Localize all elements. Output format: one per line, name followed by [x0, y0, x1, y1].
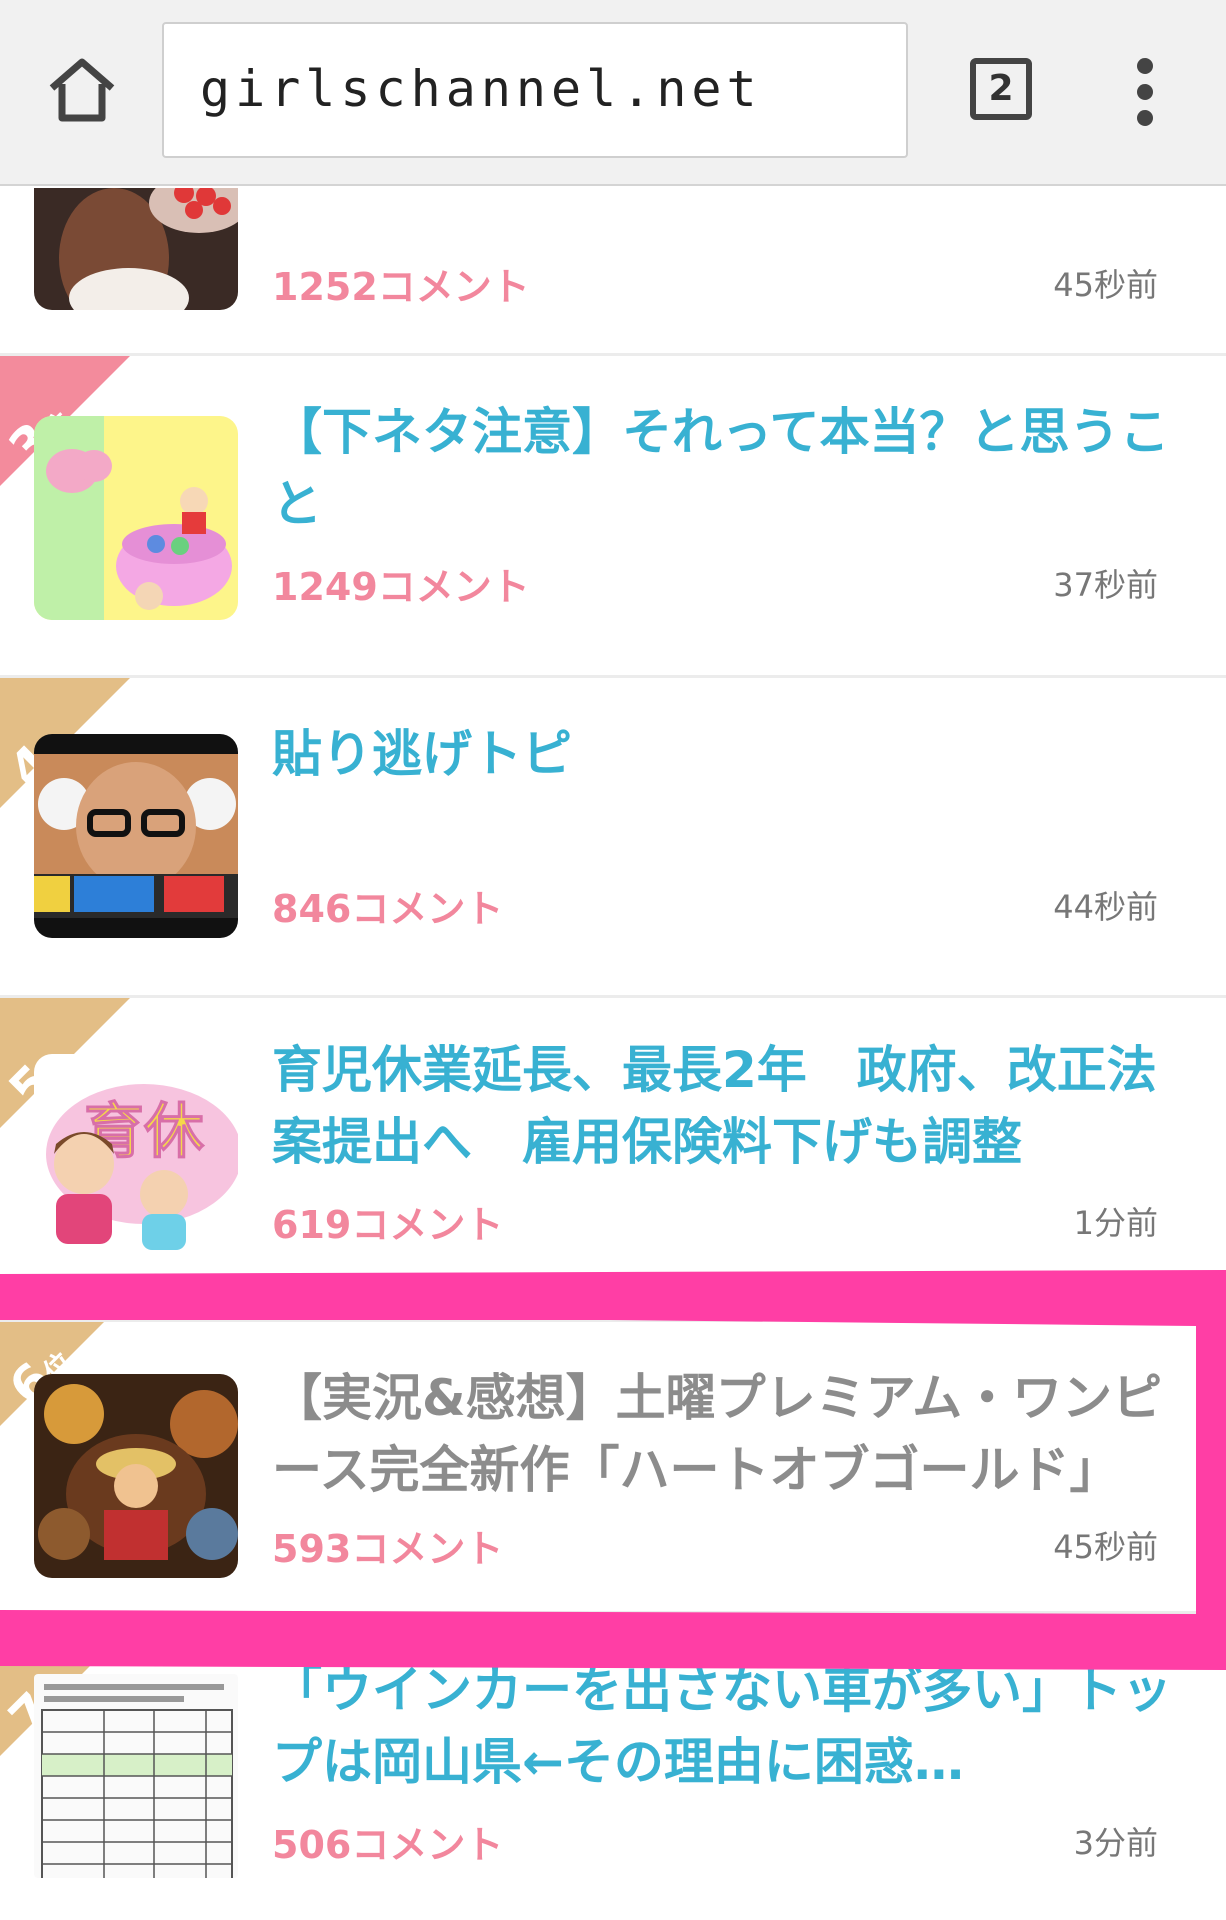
topic-thumbnail[interactable]: [34, 416, 238, 620]
topic-title[interactable]: 【実況&感想】土曜プレミアム・ワンピース完全新作「ハートオブゴールド」: [272, 1362, 1172, 1506]
post-time: 37秒前: [1053, 566, 1158, 604]
address-bar[interactable]: girlschannel.net: [162, 22, 908, 158]
comment-count: 1249コメント: [272, 565, 530, 609]
topic-thumbnail[interactable]: 育休: [34, 1054, 238, 1258]
home-icon[interactable]: [46, 54, 118, 126]
post-time: 45秒前: [1053, 1528, 1158, 1566]
comment-count: 593コメント: [272, 1527, 504, 1571]
topic-title[interactable]: 「ウインカーを出さない車が多い」トップは岡山県←その理由に困惑…: [272, 1654, 1172, 1798]
topic-title[interactable]: 育児休業延長、最長2年 政府、改正法案提出へ 雇用保険料下げも調整: [272, 1034, 1172, 1178]
topic-thumbnail[interactable]: [34, 188, 238, 310]
topic-thumbnail[interactable]: [34, 1674, 238, 1878]
kebab-menu-icon[interactable]: [1130, 58, 1160, 128]
topic-row[interactable]: 3位 【下ネタ注意】それって本当？と思うこと 1249コメント 37秒前: [0, 356, 1226, 678]
comment-count: 846コメント: [272, 887, 504, 931]
topic-thumbnail[interactable]: [34, 734, 238, 938]
topic-title[interactable]: 【下ネタ注意】それって本当？と思うこと: [272, 396, 1172, 540]
comment-count: 506コメント: [272, 1823, 504, 1867]
comment-count: 619コメント: [272, 1203, 504, 1247]
topic-row[interactable]: 1252コメント 45秒前: [0, 188, 1226, 356]
url-text: girlschannel.net: [200, 60, 762, 118]
topic-row[interactable]: 6位 【実況&感想】土曜プレミアム・ワンピース完全新作「ハートオブゴールド」 5…: [0, 1322, 1226, 1614]
topic-thumbnail[interactable]: [34, 1374, 238, 1578]
topic-title[interactable]: 貼り逃げトピ: [272, 718, 1172, 790]
post-time: 3分前: [1073, 1824, 1158, 1862]
tab-count: 2: [988, 68, 1014, 109]
browser-toolbar: girlschannel.net 2: [0, 0, 1226, 186]
post-time: 44秒前: [1053, 888, 1158, 926]
comment-count: 1252コメント: [272, 265, 530, 309]
topic-row[interactable]: 7位 「ウインカーを出さない車が多い」トップは岡山県←その理由に: [0, 1614, 1226, 1920]
topic-row[interactable]: 5位 育休 育児休業延長、最長2年 政府、改正法案提出へ 雇用保険料下げも調整 …: [0, 998, 1226, 1322]
tabs-icon[interactable]: 2: [970, 58, 1032, 120]
topic-row[interactable]: 4位 貼り逃げトピ 846コメント 44秒前: [0, 678, 1226, 998]
post-time: 1分前: [1073, 1204, 1158, 1242]
post-time: 45秒前: [1053, 266, 1158, 304]
